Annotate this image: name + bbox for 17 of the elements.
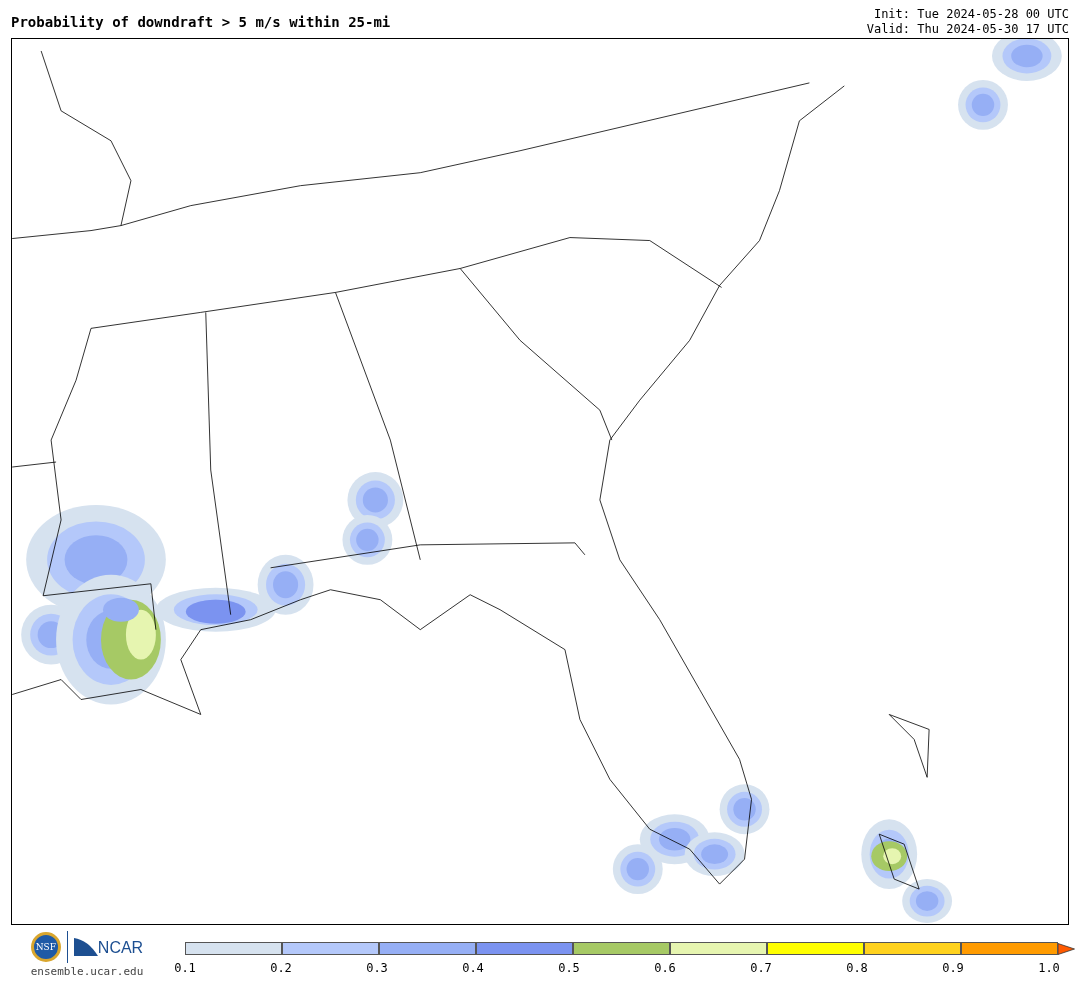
- colorbar-tick-label: 0.8: [846, 961, 868, 975]
- map-title: Probability of downdraft > 5 m/s within 25-mi: [11, 14, 391, 30]
- colorbar-tick-label: 0.7: [750, 961, 772, 975]
- swoosh-icon: [73, 938, 98, 956]
- colorbar-tick-label: 0.9: [942, 961, 964, 975]
- nsf-logo: NSF: [30, 932, 61, 962]
- colorbar-tick-label: 0.3: [366, 961, 388, 975]
- valid-time: Valid: Thu 2024-05-30 17 UTC: [866, 22, 1069, 37]
- colorbar-tick-label: 0.6: [654, 961, 676, 975]
- site-url: ensemble.ucar.edu: [30, 965, 144, 978]
- colorbar-tick-label: 0.4: [462, 961, 484, 975]
- colorbar-tick-label: 1.0: [1038, 961, 1060, 975]
- colorbar-tick-label: 0.2: [270, 961, 292, 975]
- colorbar-tick-label: 0.1: [174, 961, 196, 975]
- ncar-logo-text: NCAR: [97, 939, 144, 957]
- init-time: Init: Tue 2024-05-28 00 UTC: [873, 7, 1069, 22]
- colorbar-tick-label: 0.5: [558, 961, 580, 975]
